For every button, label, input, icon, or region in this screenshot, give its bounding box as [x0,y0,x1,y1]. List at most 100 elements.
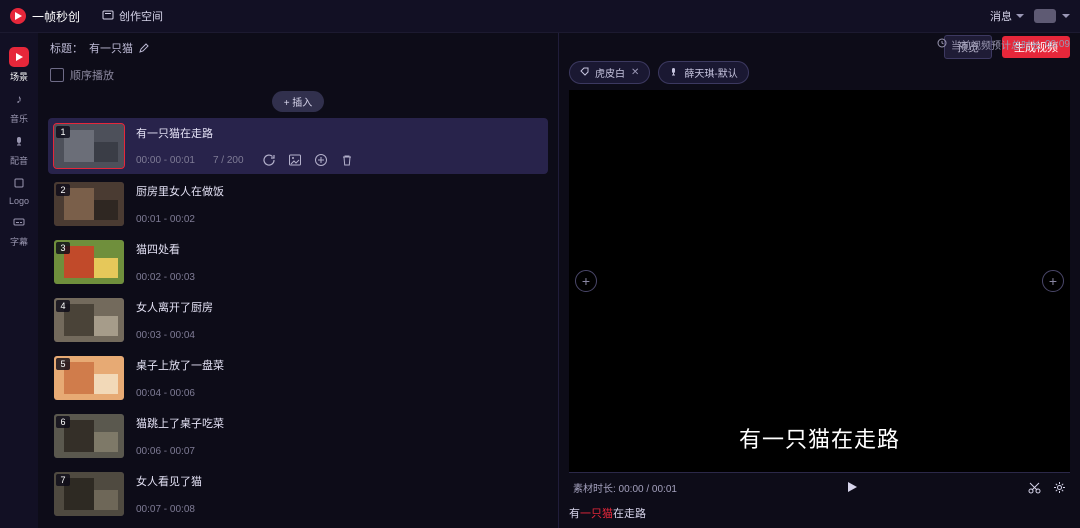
logo-icon [9,173,29,193]
scene-row[interactable]: 8女人把猫赶走了 [48,524,548,528]
order-play-checkbox[interactable] [50,68,64,82]
scene-index: 6 [56,416,70,428]
scene-index: 3 [56,242,70,254]
scene-time: 00:03 - 00:04 [136,330,195,341]
preview-tag[interactable]: 薛天琪-默认 [658,61,748,84]
scene-row[interactable]: 7 女人看见了猫 00:07 - 00:08 [48,466,548,522]
chevron-down-icon [1016,14,1024,18]
image-icon[interactable] [288,153,302,167]
notifications-link[interactable]: 消息 [990,8,1024,24]
rail-label: 字幕 [10,235,28,248]
workspace-icon [102,9,114,24]
refresh-icon[interactable] [262,153,276,167]
scene-meta: 00:03 - 00:04 [136,330,542,341]
scene-meta: 00:02 - 00:03 [136,272,542,283]
scene-row[interactable]: 1有一只猫在走路00:00 - 00:017 / 200 [48,118,548,174]
prev-scene-button[interactable]: + [575,270,597,292]
tag-label: 虎皮白 [595,65,625,80]
title-bar: 标题： 有一只猫 [38,33,558,63]
scene-time: 00:02 - 00:03 [136,272,195,283]
scene-time: 00:00 - 00:01 [136,155,195,166]
scene-icon [9,47,29,67]
caption-bar: 有一只猫在走路 [569,501,1070,528]
scene-index: 7 [56,474,70,486]
scene-time: 00:07 - 00:08 [136,504,195,515]
avatar [1034,9,1056,23]
scene-title: 女人离开了厨房 [136,299,542,315]
caption-pre: 有 [569,508,580,520]
scene-title: 猫跳上了桌子吃菜 [136,415,542,431]
scene-index: 2 [56,184,70,196]
scene-row[interactable]: 5 桌子上放了一盘菜 00:04 - 00:06 [48,350,548,406]
scene-thumbnail[interactable]: 7 [54,472,124,516]
scene-meta: 00:06 - 00:07 [136,446,542,457]
rail-scene[interactable]: 场景 [0,47,38,83]
playback-controls: 素材时长: 00:00 / 00:01 [569,472,1070,501]
scene-index: 4 [56,300,70,312]
music-icon: ♪ [9,89,29,109]
rail-label: Logo [9,196,29,206]
scene-time: 00:04 - 00:06 [136,388,195,399]
rail-sub[interactable]: 字幕 [0,212,38,248]
scene-row[interactable]: 3猫四处看00:02 - 00:03 [48,234,548,290]
chevron-down-icon [1062,14,1070,18]
scene-thumbnail[interactable]: 4 [54,298,124,342]
scene-index: 5 [56,358,70,370]
rail-label: 场景 [10,70,28,83]
scene-thumbnail[interactable]: 1 [54,124,124,168]
preview-subtitle: 有一只猫在走路 [569,422,1070,454]
sub-icon [9,212,29,232]
scene-title: 桌子上放了一盘菜 [136,357,542,373]
scene-row[interactable]: 2 厨房里女人在做饭 00:01 - 00:02 [48,176,548,232]
scene-title: 厨房里女人在做饭 [136,183,542,199]
total-duration-value: 00:09 [1045,39,1070,50]
delete-icon[interactable] [340,153,354,167]
scene-panel: 标题： 有一只猫 顺序播放 + 插入 1有一只猫在走路00:00 - 00:01… [38,33,559,528]
scene-time: 00:01 - 00:02 [136,214,195,225]
preview-tags: 虎皮白 ✕ 薛天琪-默认 [559,55,1080,90]
mic-icon [669,67,678,79]
edit-title-icon[interactable] [139,43,149,53]
cut-icon[interactable] [1028,481,1041,494]
scene-body: 猫跳上了桌子吃菜 00:06 - 00:07 [136,414,542,458]
clock-icon [937,38,947,51]
rail-voice[interactable]: 配音 [0,131,38,167]
order-play-label: 顺序播放 [70,67,114,83]
scene-time: 00:06 - 00:07 [136,446,195,457]
scene-thumbnail[interactable]: 5 [54,356,124,400]
notifications-label: 消息 [990,8,1012,24]
scene-title: 女人看见了猫 [136,473,542,489]
scene-row[interactable]: 6 猫跳上了桌子吃菜 00:06 - 00:07 [48,408,548,464]
topbar: 一帧秒创 创作空间 消息 [0,0,1080,33]
preview-tag[interactable]: 虎皮白 ✕ [569,61,650,84]
rail-label: 配音 [10,154,28,167]
scene-meta: 00:00 - 00:01 7 / 200 [136,153,542,167]
play-button[interactable] [845,480,859,494]
title-value: 有一只猫 [89,40,133,56]
scene-body: 厨房里女人在做饭 00:01 - 00:02 [136,182,542,226]
rail-logo[interactable]: Logo [0,173,38,206]
video-preview: + + 有一只猫在走路 [569,90,1070,472]
brand-logo-icon [10,8,26,24]
scene-thumbnail[interactable]: 3 [54,240,124,284]
brand-name: 一帧秒创 [32,8,80,25]
scene-meta: 00:07 - 00:08 [136,504,542,515]
user-menu[interactable] [1034,9,1070,23]
rail-music[interactable]: ♪音乐 [0,89,38,125]
close-icon[interactable]: ✕ [631,67,639,78]
add-icon[interactable] [314,153,328,167]
next-scene-button[interactable]: + [1042,270,1064,292]
scene-thumbnail[interactable]: 2 [54,182,124,226]
workspace-link[interactable]: 创作空间 [102,8,163,24]
scene-char-count: 7 / 200 [213,155,244,166]
total-duration: 当前视频预计总时长 00:09 [559,33,1080,55]
tag-label: 薛天琪-默认 [684,65,737,80]
gear-icon[interactable] [1053,481,1066,494]
scene-thumbnail[interactable]: 6 [54,414,124,458]
insert-button[interactable]: + 插入 [272,91,325,112]
clip-time-label: 素材时长: 00:00 / 00:01 [569,480,677,495]
scene-list: 1有一只猫在走路00:00 - 00:017 / 2002厨房里女人在做饭00:… [38,118,558,528]
scene-body: 女人看见了猫 00:07 - 00:08 [136,472,542,516]
workspace-label: 创作空间 [119,8,163,24]
scene-row[interactable]: 4 女人离开了厨房 00:03 - 00:04 [48,292,548,348]
